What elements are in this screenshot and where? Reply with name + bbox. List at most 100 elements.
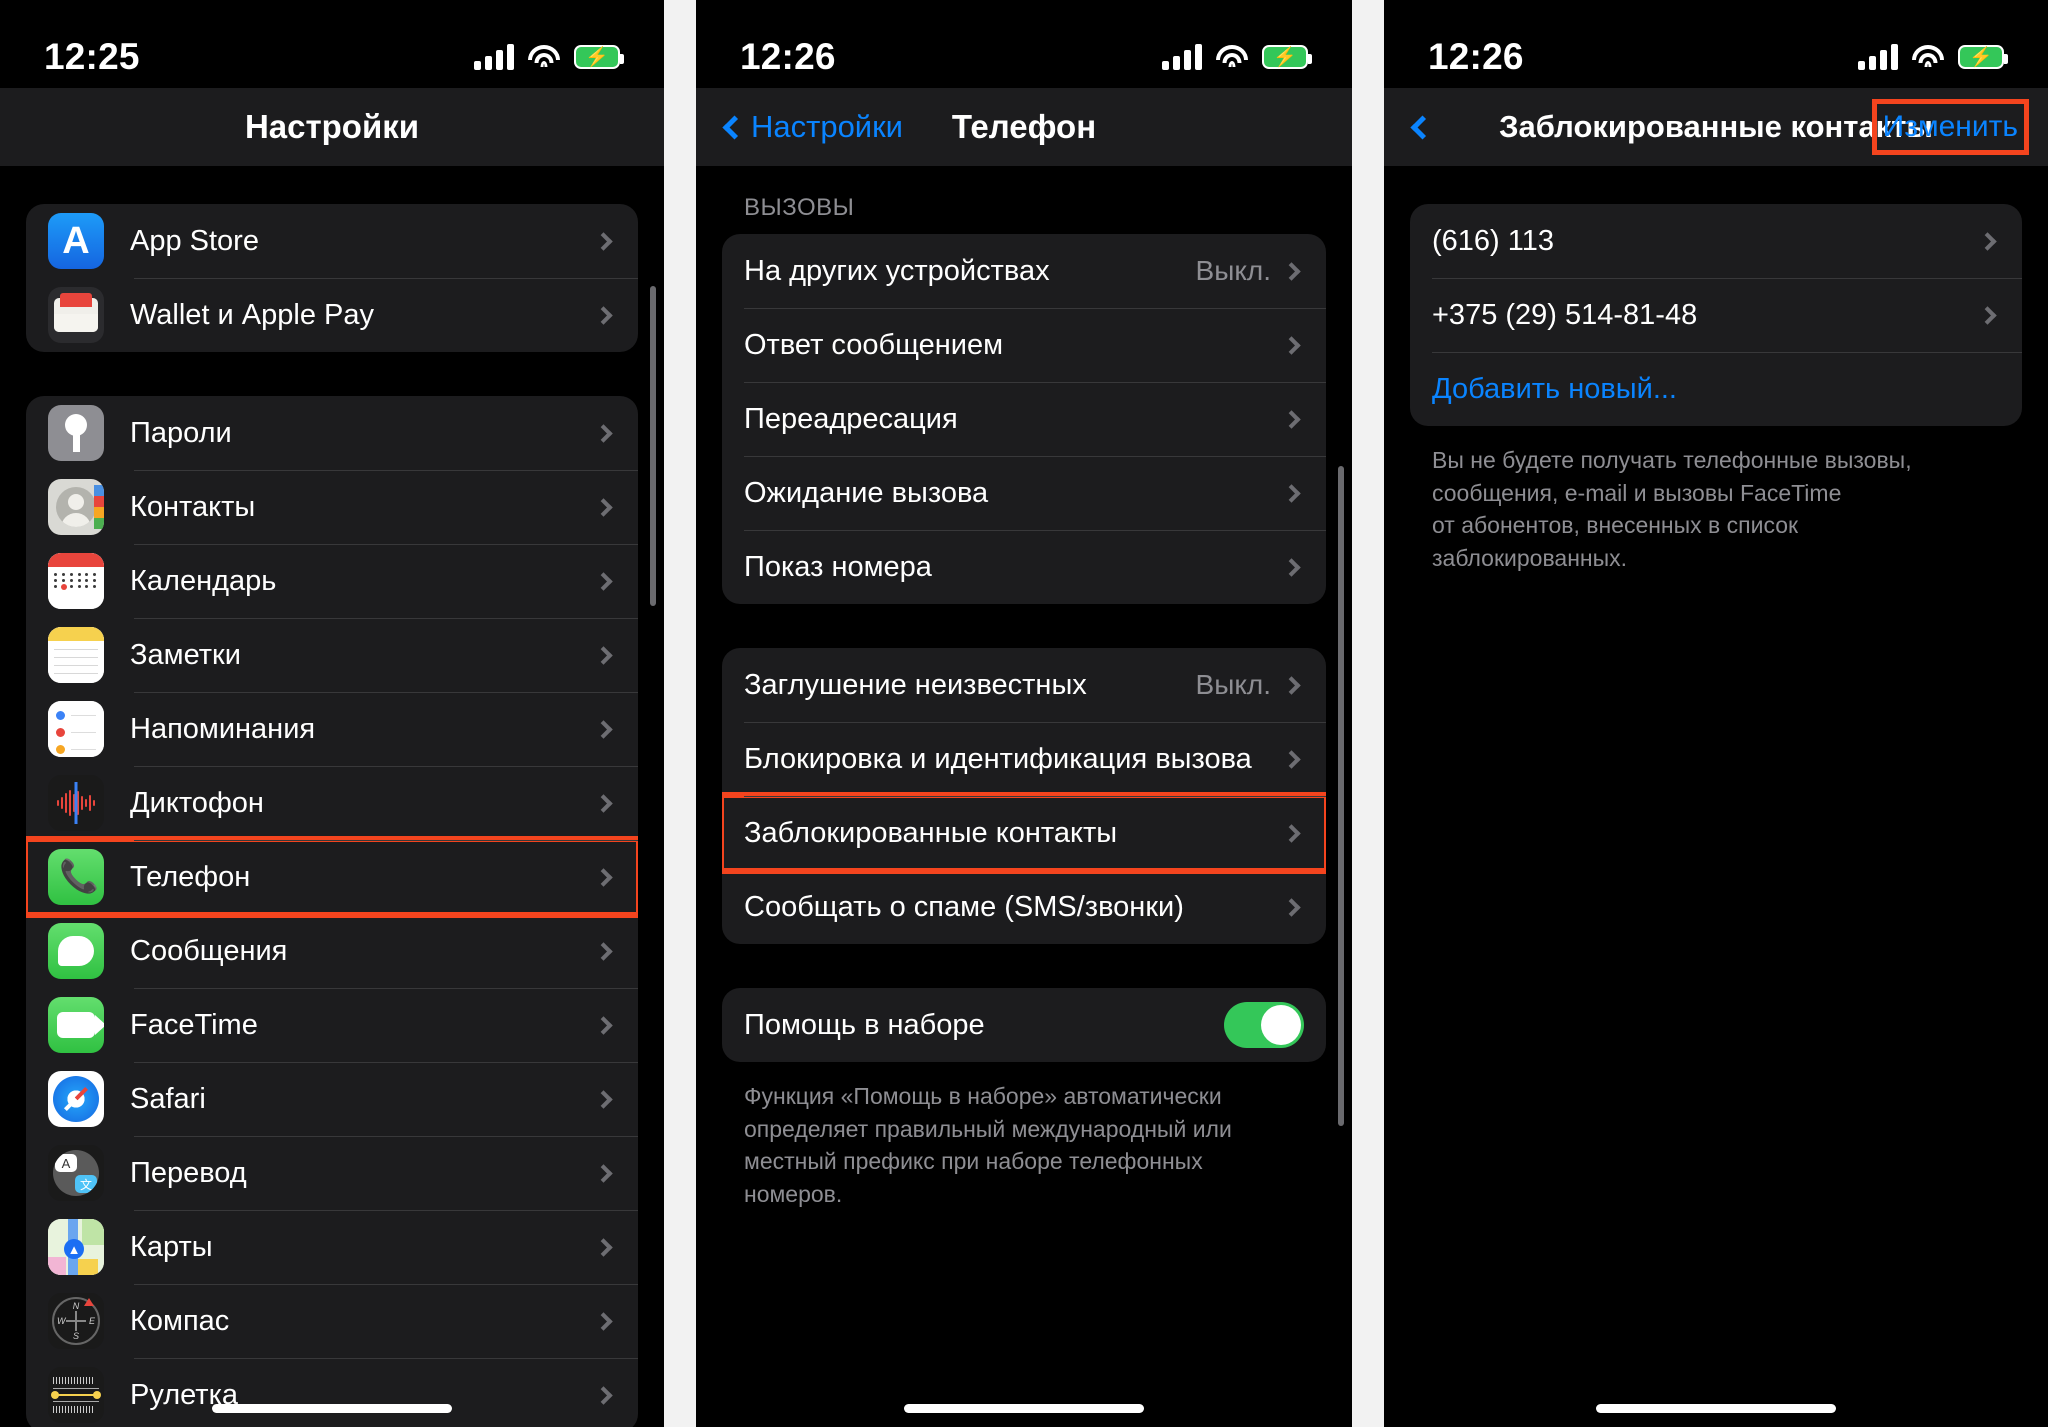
nav-bar: Настройки <box>0 88 664 166</box>
battery-charging-icon: ⚡ <box>574 45 624 69</box>
screenshot-stage: 12:25 ⚡ Настройки A App Store Wallet и A… <box>0 0 2048 1427</box>
row-other-devices[interactable]: На других устройствах Выкл. <box>722 234 1326 308</box>
chevron-right-icon <box>1978 231 1997 251</box>
compass-icon: NSWE <box>48 1293 104 1349</box>
sidebar-item-measure[interactable]: Рулетка <box>26 1358 638 1427</box>
row-blocked-contacts[interactable]: Заблокированные контакты <box>722 792 1326 874</box>
back-label: Настройки <box>751 109 904 144</box>
chevron-right-icon <box>594 423 613 443</box>
chevron-right-icon <box>594 1237 613 1257</box>
scrollbar[interactable] <box>650 286 656 606</box>
blocked-contacts-scroll-area[interactable]: (616) 113 +375 (29) 514-81-48 Добавить н… <box>1384 166 2048 1427</box>
row-call-blocking-identification[interactable]: Блокировка и идентификация вызова <box>722 722 1326 796</box>
sidebar-item-translate[interactable]: A文 Перевод <box>26 1136 638 1210</box>
wifi-icon <box>1216 45 1248 69</box>
edit-button[interactable]: Изменить <box>1871 99 2030 155</box>
sidebar-item-contacts[interactable]: Контакты <box>26 470 638 544</box>
blocked-contact-row[interactable]: (616) 113 <box>1410 204 2022 278</box>
sidebar-item-notes[interactable]: Заметки <box>26 618 638 692</box>
chevron-right-icon <box>594 231 613 251</box>
row-show-caller-id[interactable]: Показ номера <box>722 530 1326 604</box>
chevron-right-icon <box>594 1163 613 1183</box>
sidebar-item-safari[interactable]: Safari <box>26 1062 638 1136</box>
chevron-right-icon <box>1282 897 1301 917</box>
sidebar-item-messages[interactable]: Сообщения <box>26 914 638 988</box>
nav-bar: Заблокированные контакты Изменить <box>1384 88 2048 166</box>
sidebar-item-wallet[interactable]: Wallet и Apple Pay <box>26 278 638 352</box>
battery-charging-icon: ⚡ <box>1958 45 2008 69</box>
messages-icon <box>48 923 104 979</box>
row-label: Safari <box>130 1082 206 1115</box>
calls-group: На других устройствах Выкл. Ответ сообще… <box>722 234 1326 604</box>
sidebar-item-app-store[interactable]: A App Store <box>26 204 638 278</box>
safari-icon <box>48 1071 104 1127</box>
home-indicator <box>904 1404 1144 1413</box>
sidebar-item-voice-memos[interactable]: Диктофон <box>26 766 638 840</box>
chevron-right-icon <box>594 867 613 887</box>
row-label: Компас <box>130 1304 230 1337</box>
row-label: Заметки <box>130 638 241 671</box>
chevron-right-icon <box>594 1385 613 1405</box>
cellular-signal-icon <box>1858 44 1898 70</box>
row-label: Помощь в наборе <box>744 1008 985 1041</box>
row-respond-with-text[interactable]: Ответ сообщением <box>722 308 1326 382</box>
home-indicator <box>212 1404 452 1413</box>
panel-phone-settings: 12:26 ⚡ Настройки Телефон ВЫЗОВЫ На друг… <box>696 0 1352 1427</box>
blocked-contacts-group: (616) 113 +375 (29) 514-81-48 Добавить н… <box>1410 204 2022 426</box>
page-title: Настройки <box>244 108 420 145</box>
row-label: Перевод <box>130 1156 247 1189</box>
chevron-right-icon <box>1282 409 1301 429</box>
status-bar: 12:26 ⚡ <box>696 0 1352 88</box>
row-dial-assist[interactable]: Помощь в наборе <box>722 988 1326 1062</box>
sidebar-item-facetime[interactable]: FaceTime <box>26 988 638 1062</box>
row-report-spam[interactable]: Сообщать о спаме (SMS/звонки) <box>722 870 1326 944</box>
row-label: App Store <box>130 224 259 257</box>
sidebar-item-passwords[interactable]: Пароли <box>26 396 638 470</box>
row-label: Ожидание вызова <box>744 476 989 509</box>
row-silence-unknown-callers[interactable]: Заглушение неизвестных Выкл. <box>722 648 1326 722</box>
row-label: Календарь <box>130 564 277 597</box>
row-label: Блокировка и идентификация вызова <box>744 742 1252 775</box>
phone-settings-scroll-area[interactable]: ВЫЗОВЫ На других устройствах Выкл. Ответ… <box>696 166 1352 1427</box>
calendar-icon <box>48 553 104 609</box>
chevron-right-icon <box>1282 335 1301 355</box>
sidebar-item-maps[interactable]: ▲ Карты <box>26 1210 638 1284</box>
chevron-right-icon <box>1282 261 1301 281</box>
chevron-left-icon <box>722 114 747 140</box>
row-label: На других устройствах <box>744 254 1050 287</box>
blocked-contact-row[interactable]: +375 (29) 514-81-48 <box>1410 278 2022 352</box>
appstore-icon: A <box>48 213 104 269</box>
back-button[interactable] <box>1408 114 1435 140</box>
chevron-right-icon <box>594 571 613 591</box>
dial-assist-toggle[interactable] <box>1224 1002 1304 1048</box>
row-label: Телефон <box>130 860 251 893</box>
wifi-icon <box>1912 45 1944 69</box>
row-label: Контакты <box>130 490 256 523</box>
notes-icon <box>48 627 104 683</box>
maps-icon: ▲ <box>48 1219 104 1275</box>
chevron-right-icon <box>1282 675 1301 695</box>
status-time: 12:26 <box>740 36 836 77</box>
status-indicators: ⚡ <box>1858 44 2008 70</box>
sidebar-item-reminders[interactable]: Напоминания <box>26 692 638 766</box>
add-new-blocked-contact-button[interactable]: Добавить новый... <box>1410 352 2022 426</box>
cellular-signal-icon <box>1162 44 1202 70</box>
wifi-icon <box>528 45 560 69</box>
sidebar-item-calendar[interactable]: Календарь <box>26 544 638 618</box>
chevron-right-icon <box>1282 483 1301 503</box>
row-value: Выкл. <box>1195 255 1271 286</box>
row-label: Добавить новый... <box>1432 372 1677 405</box>
row-value: Выкл. <box>1195 669 1271 700</box>
row-call-waiting[interactable]: Ожидание вызова <box>722 456 1326 530</box>
row-label: Сообщения <box>130 934 288 967</box>
status-indicators: ⚡ <box>474 44 624 70</box>
blocking-group: Заглушение неизвестных Выкл. Блокировка … <box>722 648 1326 944</box>
panel-settings: 12:25 ⚡ Настройки A App Store Wallet и A… <box>0 0 664 1427</box>
back-button[interactable]: Настройки <box>720 109 903 145</box>
scrollbar[interactable] <box>1338 466 1344 1126</box>
sidebar-item-compass[interactable]: NSWE Компас <box>26 1284 638 1358</box>
row-call-forwarding[interactable]: Переадресация <box>722 382 1326 456</box>
sidebar-item-phone[interactable]: 📞 Телефон <box>26 836 638 918</box>
settings-scroll-area[interactable]: A App Store Wallet и Apple Pay Пароли Ко… <box>0 166 664 1427</box>
status-indicators: ⚡ <box>1162 44 1312 70</box>
